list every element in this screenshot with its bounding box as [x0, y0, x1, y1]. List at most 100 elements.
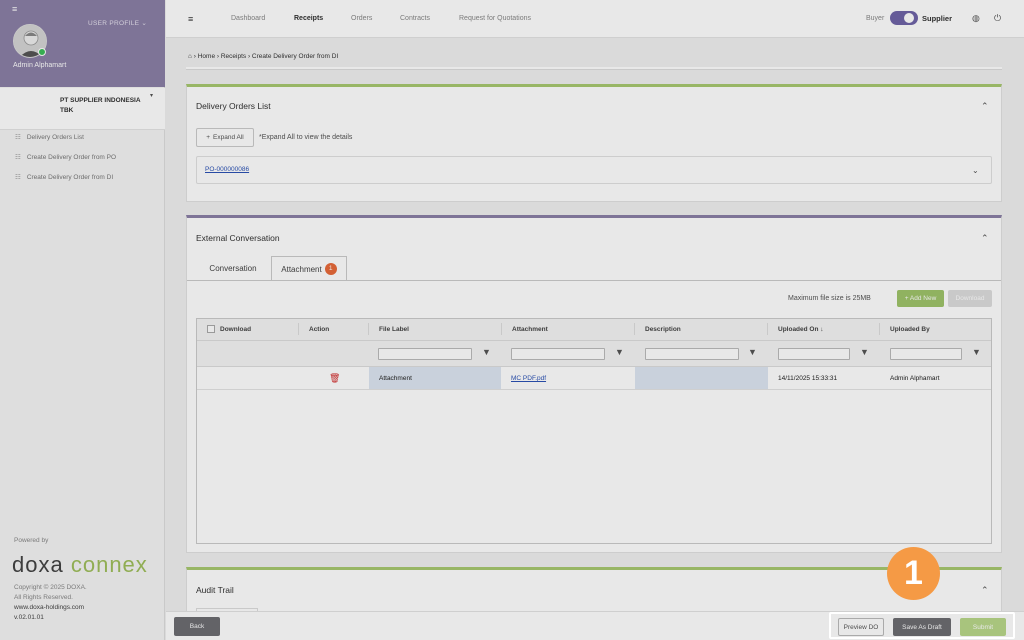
column-separator — [879, 323, 880, 335]
select-all-checkbox[interactable] — [207, 325, 215, 333]
description-filter-input[interactable] — [645, 348, 739, 360]
powered-by-label: Powered by — [14, 537, 49, 544]
globe-icon[interactable]: ◍ — [972, 13, 980, 24]
attachment-filter-input[interactable] — [511, 348, 605, 360]
attachment-count-badge: 1 — [324, 263, 337, 275]
table-row-divider — [197, 389, 991, 390]
company-name: PT SUPPLIER INDONESIA TBK — [60, 97, 141, 114]
version-label: v.02.01.01 — [14, 614, 44, 621]
breadcrumb-home[interactable]: Home — [198, 53, 215, 60]
filter-icon[interactable]: ▼ — [972, 347, 981, 357]
delivery-orders-card — [186, 84, 1002, 202]
column-separator — [767, 323, 768, 335]
column-separator — [501, 323, 502, 335]
breadcrumb: ⌂ › Home › Receipts › Create Delivery Or… — [188, 53, 339, 60]
column-header-download[interactable]: Download — [220, 326, 251, 333]
website-info: www.doxa-holdings.com v.02.01.01 — [14, 603, 84, 623]
toggle-knob — [904, 13, 914, 23]
delivery-orders-title: Delivery Orders List — [196, 101, 271, 111]
sidebar-item-label: Create Delivery Order from DI — [26, 174, 114, 181]
column-separator — [298, 323, 299, 335]
sidebar-item-create-do-from-po[interactable]: ☷ Create Delivery Order from PO — [15, 153, 116, 161]
filter-icon[interactable]: ▼ — [482, 347, 491, 357]
step-number-badge: 1 — [887, 547, 940, 600]
filter-icon[interactable]: ▼ — [615, 347, 624, 357]
max-file-size-note: Maximum file size is 25MB — [788, 295, 871, 302]
caret-down-icon: ▾ — [150, 93, 154, 99]
uploaded-on-filter-input[interactable] — [778, 348, 850, 360]
power-icon[interactable]: ⏻ — [994, 13, 1001, 24]
hamburger-menu-icon[interactable]: ≡ — [188, 14, 193, 24]
sidebar-item-label: Create Delivery Order from PO — [26, 154, 117, 161]
chevron-down-icon[interactable]: ⌄ — [972, 166, 979, 175]
buyer-label: Buyer — [866, 15, 885, 22]
tab-label: Attachment — [281, 264, 322, 274]
website-link[interactable]: www.doxa-holdings.com — [14, 603, 84, 613]
column-header-label: Uploaded On — [778, 326, 819, 333]
column-header-action[interactable]: Action — [309, 326, 329, 333]
menu-icon[interactable]: ≡ — [12, 4, 17, 14]
column-separator — [634, 323, 635, 335]
uploaded-by-filter-input[interactable] — [890, 348, 962, 360]
supplier-label: Supplier — [922, 14, 953, 23]
sidebar-item-label: Delivery Orders List — [26, 134, 84, 141]
tab-label: Conversation — [209, 264, 257, 273]
collapse-chevron-icon[interactable]: ⌃ — [981, 101, 989, 112]
sort-arrow-icon: ↓ — [820, 326, 824, 333]
user-profile-dropdown[interactable]: USER PROFILE ⌄ — [88, 19, 147, 27]
tab-divider — [187, 280, 1001, 281]
tab-attachment[interactable]: Attachment 1 — [271, 256, 347, 281]
external-conversation-title: External Conversation — [196, 233, 280, 243]
column-header-file-label[interactable]: File Label — [379, 326, 409, 333]
list-icon: ☷ — [15, 174, 21, 181]
copyright-line: All Rights Reserved. — [14, 594, 73, 601]
copyright: Copyright © 2025 DOXA. All Rights Reserve… — [14, 583, 87, 603]
download-button[interactable]: Download — [948, 290, 992, 307]
description-cell[interactable] — [635, 367, 768, 389]
po-accordion-row[interactable] — [196, 156, 992, 184]
collapse-chevron-icon[interactable]: ⌃ — [981, 233, 989, 244]
column-header-attachment[interactable]: Attachment — [512, 326, 548, 333]
sidebar-item-delivery-orders-list[interactable]: ☷ Delivery Orders List — [15, 133, 84, 141]
nav-contracts[interactable]: Contracts — [400, 15, 430, 22]
nav-receipts[interactable]: Receipts — [294, 15, 323, 22]
nav-request-for-quotations[interactable]: Request for Quotations — [459, 15, 531, 22]
expand-all-label: Expand All — [213, 134, 244, 141]
uploaded-by-cell: Admin Alphamart — [890, 375, 940, 382]
user-profile-label: USER PROFILE — [88, 20, 140, 27]
filter-icon[interactable]: ▼ — [748, 347, 757, 357]
expand-all-button[interactable]: + Expand All — [196, 128, 254, 147]
column-header-uploaded-on[interactable]: Uploaded On ↓ — [778, 326, 824, 333]
column-header-uploaded-by[interactable]: Uploaded By — [890, 326, 930, 333]
nav-orders[interactable]: Orders — [351, 15, 372, 22]
nav-dashboard[interactable]: Dashboard — [231, 15, 265, 22]
file-label-cell[interactable]: Attachment — [379, 375, 412, 382]
add-new-button[interactable]: + Add New — [897, 290, 944, 307]
expand-note: *Expand All to view the details — [259, 134, 353, 141]
online-status-indicator — [38, 48, 46, 56]
sidebar-item-create-do-from-di[interactable]: ☷ Create Delivery Order from DI — [15, 173, 113, 181]
collapse-chevron-icon[interactable]: ⌃ — [981, 585, 989, 596]
copyright-line: Copyright © 2025 DOXA. — [14, 584, 87, 591]
header-card-edge — [186, 67, 1002, 70]
attachment-link[interactable]: MC PDF.pdf — [511, 375, 546, 382]
file-label-filter-input[interactable] — [378, 348, 472, 360]
audit-trail-title: Audit Trail — [196, 585, 234, 595]
uploaded-on-cell: 14/11/2025 15:33:31 — [778, 375, 838, 382]
doxa-connex-logo: doxa connex — [12, 552, 148, 578]
column-separator — [368, 323, 369, 335]
list-icon: ☷ — [15, 154, 21, 161]
breadcrumb-receipts[interactable]: Receipts — [221, 53, 246, 60]
trash-icon[interactable]: 🗑 — [329, 373, 340, 384]
list-icon: ☷ — [15, 134, 21, 141]
column-header-description[interactable]: Description — [645, 326, 681, 333]
tab-conversation[interactable]: Conversation — [197, 256, 269, 281]
filter-icon[interactable]: ▼ — [860, 347, 869, 357]
company-selector[interactable]: PT SUPPLIER INDONESIA TBK ▾ — [0, 88, 165, 130]
back-button[interactable]: Back — [174, 617, 220, 636]
breadcrumb-current: Create Delivery Order from DI — [251, 53, 339, 60]
home-icon[interactable]: ⌂ — [188, 53, 192, 60]
highlight-box — [829, 612, 1015, 639]
logo-part-doxa: doxa — [12, 552, 64, 577]
po-number-link[interactable]: PO-000000086 — [205, 166, 249, 173]
